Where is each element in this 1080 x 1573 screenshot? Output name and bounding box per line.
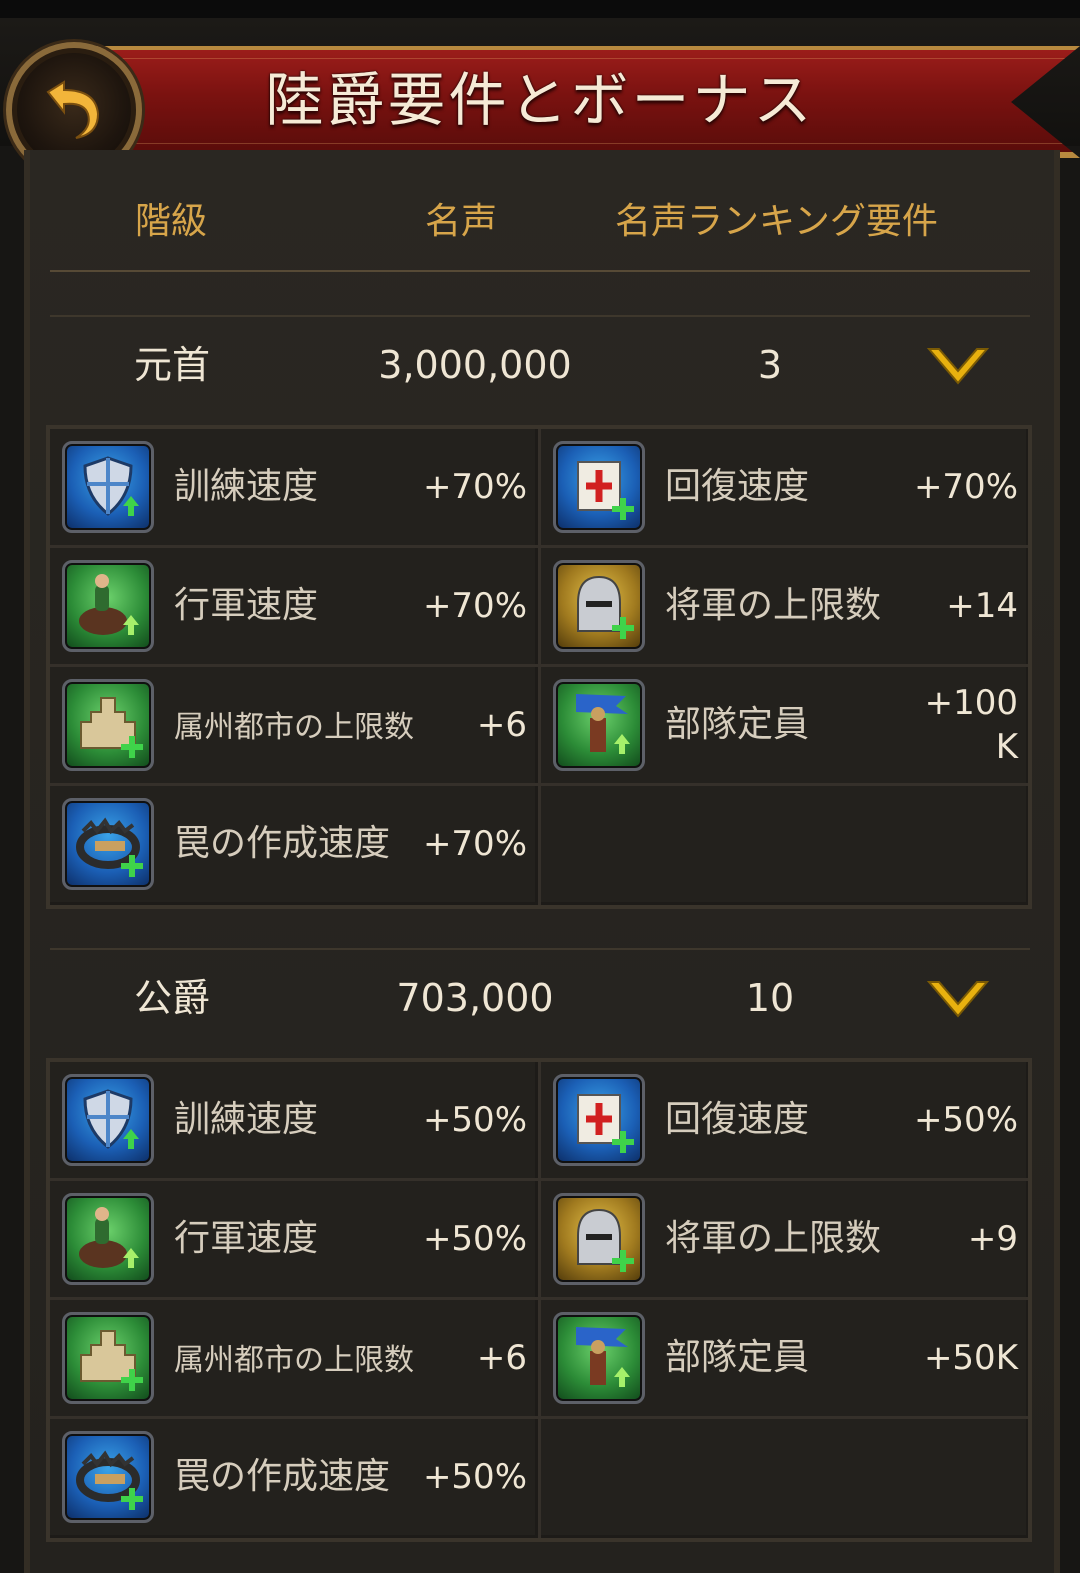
bonus-label: 罠の作成速度	[174, 823, 391, 864]
empty-cell	[541, 1419, 1026, 1535]
shield-icon	[62, 1074, 154, 1166]
trap-icon	[62, 798, 154, 890]
banner-icon	[553, 441, 645, 533]
bonus-cell: 罠の作成速度 +50%	[50, 1419, 535, 1535]
bonus-value: +6	[476, 1338, 527, 1378]
bonus-cell: 部隊定員 +50K	[541, 1300, 1026, 1416]
bonus-label: 将軍の上限数	[665, 1218, 882, 1259]
castle-icon	[62, 679, 154, 771]
bonus-cell: 属州都市の上限数 +6	[50, 1300, 535, 1416]
column-header-fame: 名声	[425, 201, 498, 242]
rank-row[interactable]: 元首 3,000,000 3	[50, 315, 1030, 415]
bonus-value: +70%	[422, 824, 527, 864]
bonus-value: +50%	[422, 1219, 527, 1259]
top-strip	[0, 0, 1080, 18]
bonus-cell: 属州都市の上限数 +6	[50, 667, 535, 783]
rank-name: 元首	[134, 343, 211, 387]
bonus-cell: 行軍速度 +50%	[50, 1181, 535, 1297]
bonus-value: +70%	[422, 467, 527, 507]
bonus-cell: 行軍速度 +70%	[50, 548, 535, 664]
row-divider	[50, 948, 1030, 950]
bonus-label: 回復速度	[665, 1099, 810, 1140]
bonus-label: 訓練速度	[174, 1099, 319, 1140]
soldier-flag-icon	[553, 1312, 645, 1404]
back-arrow-icon	[46, 80, 100, 139]
trap-icon	[62, 1431, 154, 1523]
bonus-value-line2: K	[995, 727, 1018, 767]
horseman-icon	[62, 1193, 154, 1285]
row-divider	[50, 315, 1030, 317]
soldier-flag-icon	[553, 679, 645, 771]
bonus-cell: 部隊定員 +100 K	[541, 667, 1026, 783]
bonus-cell: 回復速度 +70%	[541, 429, 1026, 545]
bonus-label: 将軍の上限数	[665, 585, 882, 626]
rank-requirement: 10	[745, 976, 795, 1020]
bonus-label: 行軍速度	[174, 585, 319, 626]
horseman-icon	[62, 560, 154, 652]
bonus-label: 訓練速度	[174, 466, 319, 507]
bonus-value: +50K	[923, 1338, 1018, 1378]
bonus-value: +50%	[422, 1457, 527, 1497]
bonus-value: +50%	[913, 1100, 1018, 1140]
header: 陸爵要件とボーナス	[0, 18, 1080, 178]
bonus-label: 属州都市の上限数	[174, 710, 414, 745]
column-header-ranking-requirement: 名声ランキング要件	[615, 201, 938, 242]
bonus-value: +100 K	[925, 681, 1018, 769]
bonus-cell: 罠の作成速度 +70%	[50, 786, 535, 902]
helmet-icon	[553, 1193, 645, 1285]
rank-name: 公爵	[134, 976, 211, 1020]
bonus-label: 行軍速度	[174, 1218, 319, 1259]
rank-fame: 3,000,000	[378, 343, 572, 387]
castle-icon	[62, 1312, 154, 1404]
bonus-grid: 訓練速度 +70% 回復速度 +70% 行軍速度 +70% 将軍の上限数 +14…	[46, 425, 1032, 909]
bonus-cell: 将軍の上限数 +9	[541, 1181, 1026, 1297]
bonus-label: 部隊定員	[665, 704, 810, 745]
header-divider	[50, 270, 1030, 272]
bonus-value: +14	[946, 586, 1018, 626]
helmet-icon	[553, 560, 645, 652]
bonus-cell: 回復速度 +50%	[541, 1062, 1026, 1178]
page-title: 陸爵要件とボーナス	[265, 66, 815, 134]
bonus-value-line1: +100	[924, 683, 1018, 723]
bonus-label: 部隊定員	[665, 1337, 810, 1378]
bonus-grid: 訓練速度 +50% 回復速度 +50% 行軍速度 +50% 将軍の上限数 +9 …	[46, 1058, 1032, 1542]
rank-fame: 703,000	[396, 976, 554, 1020]
bonus-label: 回復速度	[665, 466, 810, 507]
bonus-label: 罠の作成速度	[174, 1456, 391, 1497]
bonus-cell: 訓練速度 +70%	[50, 429, 535, 545]
banner-icon	[553, 1074, 645, 1166]
shield-icon	[62, 441, 154, 533]
bonus-value: +70%	[913, 467, 1018, 507]
empty-cell	[541, 786, 1026, 902]
bonus-value: +50%	[422, 1100, 527, 1140]
bonus-value: +9	[967, 1219, 1018, 1259]
bonus-value: +70%	[422, 586, 527, 626]
bonus-value: +6	[476, 705, 527, 745]
bonus-cell: 訓練速度 +50%	[50, 1062, 535, 1178]
rank-row[interactable]: 公爵 703,000 10	[50, 948, 1030, 1048]
bonus-label: 属州都市の上限数	[174, 1343, 414, 1378]
column-header-rank: 階級	[135, 201, 208, 242]
bonus-cell: 将軍の上限数 +14	[541, 548, 1026, 664]
chevron-down-icon[interactable]	[925, 976, 991, 1024]
chevron-down-icon[interactable]	[925, 343, 991, 391]
rank-requirement: 3	[757, 343, 783, 387]
